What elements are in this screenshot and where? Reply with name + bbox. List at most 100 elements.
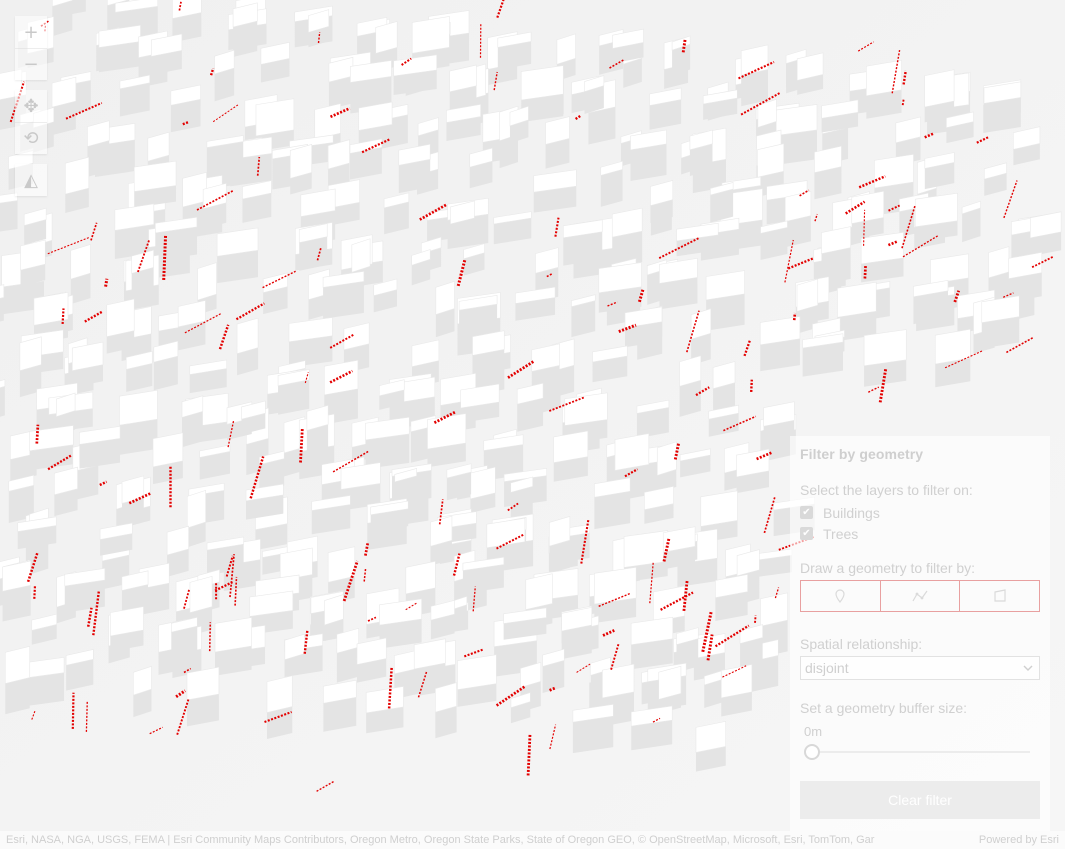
building-roof [375, 21, 398, 54]
building-roof [186, 489, 206, 529]
draw-polygon-button[interactable] [960, 580, 1041, 612]
building-roof [614, 433, 650, 471]
building-roof [658, 665, 682, 700]
pan-icon: ✥ [23, 95, 39, 117]
panel-title: Filter by geometry [800, 446, 924, 462]
building-roof [197, 262, 217, 301]
building-roof [411, 16, 450, 54]
compass-icon: ◭ [24, 169, 38, 191]
building-roof [255, 98, 295, 137]
building-roof [152, 432, 184, 468]
building-roof [64, 156, 90, 195]
building-roof [106, 298, 135, 338]
building-roof [266, 675, 293, 713]
building-side [206, 141, 244, 180]
spatial-relationship-select[interactable]: disjoint [800, 656, 1040, 680]
building-roof [119, 389, 158, 426]
building-roof [4, 645, 31, 684]
zoom-out-button[interactable]: − [15, 48, 47, 80]
layer-label: Trees [823, 525, 859, 542]
clear-filter-button[interactable]: Clear filter [800, 781, 1040, 819]
building-roof [720, 664, 753, 699]
building-roof [189, 575, 213, 614]
building-roof [236, 317, 259, 355]
building-roof [796, 278, 819, 312]
checkbox-checked-icon[interactable]: ✔ [800, 527, 813, 540]
relationship-label: Spatial relationship: [800, 636, 923, 652]
building-roof [457, 654, 497, 691]
pan-button[interactable]: ✥ [15, 90, 47, 122]
building-side [588, 106, 616, 145]
attribution-text[interactable]: Esri, NASA, NGA, USGS, FEMA | Esri Commu… [6, 834, 956, 846]
building-side [87, 140, 110, 177]
compass-button[interactable]: ◭ [15, 164, 47, 196]
building-roof [214, 617, 252, 653]
building-roof [837, 281, 877, 318]
minus-icon: − [23, 54, 39, 75]
layer-checkbox-buildings[interactable]: ✔ Buildings [800, 502, 1040, 523]
building-side [679, 380, 701, 417]
building-roof [19, 336, 42, 372]
building-side [630, 143, 667, 181]
building-roof [623, 530, 668, 568]
building-roof [656, 441, 677, 476]
polygon-icon [994, 589, 1006, 602]
building-side [600, 169, 623, 207]
building-side [5, 677, 30, 715]
building-roof [289, 144, 313, 179]
draw-tools [800, 580, 1041, 612]
layers-label: Select the layers to filter on: [800, 482, 973, 498]
rotate-button[interactable]: ⟲ [15, 122, 47, 154]
powered-by-esri[interactable]: Powered by Esri [979, 834, 1059, 846]
building-side [706, 293, 745, 331]
zoom-widget: + − [15, 16, 47, 80]
building-roof [760, 592, 788, 627]
compass-widget: ◭ [15, 164, 47, 196]
chevron-down-icon [1023, 665, 1033, 671]
building-roof [70, 244, 91, 280]
building-roof [427, 413, 467, 450]
building-roof [351, 238, 371, 273]
building-roof [525, 573, 553, 610]
checkbox-checked-icon[interactable]: ✔ [800, 506, 813, 519]
building-roof [520, 65, 564, 101]
building-roof [653, 585, 686, 623]
draw-polyline-button[interactable] [880, 580, 961, 612]
building-side [323, 281, 364, 319]
draw-label: Draw a geometry to filter by: [800, 560, 976, 576]
buffer-label: Set a geometry buffer size: [800, 700, 968, 716]
point-icon [835, 589, 845, 603]
building-roof [914, 192, 958, 228]
filter-panel: Filter by geometry Select the layers to … [790, 436, 1050, 831]
building-side [306, 424, 329, 461]
polyline-icon [912, 590, 928, 602]
layer-checkbox-trees[interactable]: ✔ Trees [800, 523, 1040, 544]
building-side [571, 300, 596, 338]
layer-label: Buildings [823, 504, 880, 521]
navigation-toggle: ✥ ⟲ [15, 90, 47, 154]
attribution-bar: Esri, NASA, NGA, USGS, FEMA | Esri Commu… [0, 831, 1065, 849]
building-roof [594, 566, 637, 605]
draw-point-button[interactable] [800, 580, 881, 612]
building-side [2, 585, 31, 622]
building-roof [435, 280, 455, 315]
building-roof [757, 143, 785, 178]
building-roof [405, 560, 436, 595]
zoom-in-button[interactable]: + [15, 16, 47, 48]
building-roof [863, 329, 907, 367]
slider-thumb[interactable] [804, 744, 820, 760]
buffer-slider[interactable] [804, 744, 1030, 760]
building-roof [700, 490, 738, 527]
select-value: disjoint [805, 660, 849, 676]
building-roof [602, 663, 635, 699]
buffer-value: 0m [804, 724, 823, 739]
building-side [572, 716, 614, 754]
plus-icon: + [23, 21, 39, 43]
building-roof [874, 154, 914, 189]
building-roof [564, 392, 608, 426]
building-roof [924, 69, 955, 108]
building-roof [314, 103, 341, 140]
building-roof [186, 666, 220, 701]
rotate-icon: ⟲ [23, 128, 39, 149]
building-side [594, 491, 631, 530]
